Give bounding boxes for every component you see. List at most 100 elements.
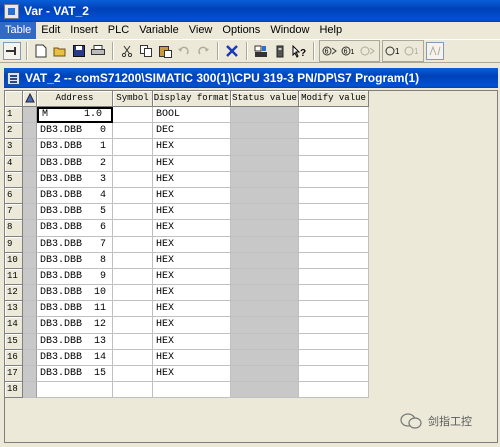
table-row[interactable]: 17 DB3.DBB 15 HEX — [5, 366, 369, 383]
undo-icon[interactable] — [175, 42, 193, 60]
menu-variable[interactable]: Variable — [134, 22, 184, 39]
symbol-cell[interactable] — [113, 123, 153, 140]
table-row[interactable]: 14 DB3.DBB 12 HEX — [5, 317, 369, 334]
table-row[interactable]: 16 DB3.DBB 14 HEX — [5, 349, 369, 366]
display-format-cell[interactable]: HEX — [153, 252, 231, 269]
menu-options[interactable]: Options — [217, 22, 265, 39]
table-row[interactable]: 4 DB3.DBB 2 HEX — [5, 155, 369, 172]
display-format-cell[interactable]: HEX — [153, 187, 231, 205]
table-row[interactable]: 18 — [5, 382, 369, 399]
display-format-cell[interactable] — [153, 382, 231, 399]
address-cell[interactable]: DB3.DBB 4 — [37, 187, 113, 205]
table-row[interactable]: 6 DB3.DBB 4 HEX — [5, 187, 369, 205]
table-row[interactable]: 15 DB3.DBB 13 HEX — [5, 333, 369, 350]
symbol-cell[interactable] — [113, 187, 153, 205]
table-row[interactable]: 3 DB3.DBB 1 HEX — [5, 139, 369, 156]
new-icon[interactable] — [32, 42, 50, 60]
symbol-cell[interactable] — [113, 301, 153, 318]
address-cell[interactable]: DB3.DBB 9 — [37, 268, 113, 286]
display-format-cell[interactable]: HEX — [153, 171, 231, 188]
redo-icon[interactable] — [194, 42, 212, 60]
menu-edit[interactable]: Edit — [36, 22, 65, 39]
address-cell[interactable]: DB3.DBB 11 — [37, 301, 113, 318]
display-format-cell[interactable]: HEX — [153, 285, 231, 302]
modify-value-cell[interactable] — [299, 187, 369, 205]
modify-value-cell[interactable] — [299, 220, 369, 237]
address-cell[interactable]: DB3.DBB 1 — [37, 139, 113, 156]
display-format-cell[interactable]: HEX — [153, 139, 231, 156]
table-row[interactable]: 2 DB3.DBB 0 DEC — [5, 123, 369, 140]
address-cell[interactable]: DB3.DBB 5 — [37, 204, 113, 221]
symbol-cell[interactable] — [113, 107, 153, 124]
column-status-value[interactable]: Status value — [231, 91, 299, 107]
modify-variable-icon[interactable]: 61 — [340, 42, 358, 60]
display-format-cell[interactable]: HEX — [153, 366, 231, 383]
symbol-cell[interactable] — [113, 317, 153, 334]
modify-value-cell[interactable] — [299, 268, 369, 286]
modify-value-cell[interactable] — [299, 349, 369, 366]
display-format-cell[interactable]: HEX — [153, 155, 231, 172]
modify-value-cell[interactable] — [299, 366, 369, 383]
modify-value-cell[interactable] — [299, 107, 369, 124]
symbol-cell[interactable] — [113, 171, 153, 188]
print-icon[interactable] — [89, 42, 107, 60]
address-cell[interactable]: DB3.DBB 14 — [37, 349, 113, 366]
symbol-cell[interactable] — [113, 220, 153, 237]
copy-icon[interactable] — [137, 42, 155, 60]
display-format-cell[interactable]: HEX — [153, 349, 231, 366]
trigger-disabled-icon[interactable]: 1 — [403, 42, 421, 60]
menu-plc[interactable]: PLC — [103, 22, 134, 39]
modify-value-cell[interactable] — [299, 155, 369, 172]
modify-value-cell[interactable] — [299, 382, 369, 399]
table-row[interactable]: 1 M 1.0 BOOL — [5, 107, 369, 124]
modify-value-cell[interactable] — [299, 171, 369, 188]
display-format-cell[interactable]: DEC — [153, 123, 231, 140]
save-icon[interactable] — [70, 42, 88, 60]
delete-icon[interactable] — [223, 42, 241, 60]
address-cell[interactable]: DB3.DBB 15 — [37, 366, 113, 383]
online-icon[interactable] — [252, 42, 270, 60]
modify-value-cell[interactable] — [299, 139, 369, 156]
address-cell[interactable]: M 1.0 — [37, 107, 113, 124]
symbol-cell[interactable] — [113, 139, 153, 156]
modify-value-cell[interactable] — [299, 301, 369, 318]
table-row[interactable]: 8 DB3.DBB 6 HEX — [5, 220, 369, 237]
symbol-cell[interactable] — [113, 236, 153, 253]
menu-table[interactable]: Table — [0, 22, 37, 39]
address-cell[interactable]: DB3.DBB 2 — [37, 155, 113, 172]
table-row[interactable]: 7 DB3.DBB 5 HEX — [5, 204, 369, 221]
modify-value-cell[interactable] — [299, 317, 369, 334]
column-symbol[interactable]: Symbol — [113, 91, 153, 107]
column-modify-value[interactable]: Modify value — [299, 91, 369, 107]
display-format-cell[interactable]: HEX — [153, 268, 231, 286]
address-cell[interactable]: DB3.DBB 6 — [37, 220, 113, 237]
symbol-cell[interactable] — [113, 285, 153, 302]
address-cell[interactable]: DB3.DBB 13 — [37, 333, 113, 350]
address-cell[interactable]: DB3.DBB 10 — [37, 285, 113, 302]
symbol-cell[interactable] — [113, 366, 153, 383]
menu-help[interactable]: Help — [314, 22, 347, 39]
symbol-cell[interactable] — [113, 204, 153, 221]
modify-value-cell[interactable] — [299, 236, 369, 253]
table-row[interactable]: 11 DB3.DBB 9 HEX — [5, 268, 369, 286]
menu-insert[interactable]: Insert — [65, 22, 103, 39]
trigger-icon[interactable]: 1 — [384, 42, 402, 60]
display-format-cell[interactable]: HEX — [153, 220, 231, 237]
modify-value-cell[interactable] — [299, 204, 369, 221]
display-format-cell[interactable]: HEX — [153, 317, 231, 334]
symbol-cell[interactable] — [113, 268, 153, 286]
table-row[interactable]: 13 DB3.DBB 11 HEX — [5, 301, 369, 318]
cut-icon[interactable] — [118, 42, 136, 60]
symbol-cell[interactable] — [113, 349, 153, 366]
address-cell[interactable]: DB3.DBB 12 — [37, 317, 113, 334]
pin-icon[interactable] — [3, 42, 21, 60]
modify-disabled-icon[interactable] — [359, 42, 377, 60]
menu-window[interactable]: Window — [265, 22, 314, 39]
sort-icon[interactable] — [23, 91, 37, 107]
display-format-cell[interactable]: HEX — [153, 301, 231, 318]
modify-value-cell[interactable] — [299, 123, 369, 140]
symbol-cell[interactable] — [113, 333, 153, 350]
display-format-cell[interactable]: HEX — [153, 236, 231, 253]
paste-icon[interactable] — [156, 42, 174, 60]
modify-value-cell[interactable] — [299, 333, 369, 350]
